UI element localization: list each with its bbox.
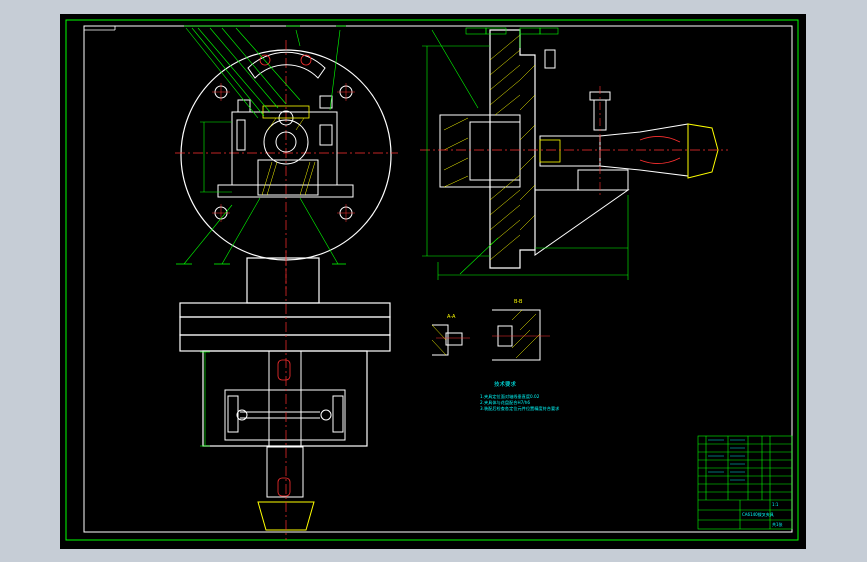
drawing-sheet — [60, 14, 806, 549]
cad-drawing-canvas: A-A B-B 技术要求 1.夹具定位面对轴线垂直度0.02 2.夹具体与花盘配… — [60, 14, 806, 549]
section-label-b: B-B — [514, 299, 523, 305]
title-block-sheet: 共1张 — [772, 521, 783, 527]
section-label-a: A-A — [447, 314, 456, 320]
tech-req-line-2: 2.夹具体与花盘配合H7/h6 — [480, 399, 530, 406]
tech-req-title: 技术要求 — [494, 380, 517, 388]
tech-req-line-1: 1.夹具定位面对轴线垂直度0.02 — [480, 393, 540, 400]
title-block-scale: 1:1 — [772, 502, 779, 507]
tech-req-line-3: 3.装配后检查各定位元件位置精度符合要求 — [480, 405, 560, 412]
title-block-drawing-title: CA6140拨叉夹具 — [742, 511, 774, 517]
